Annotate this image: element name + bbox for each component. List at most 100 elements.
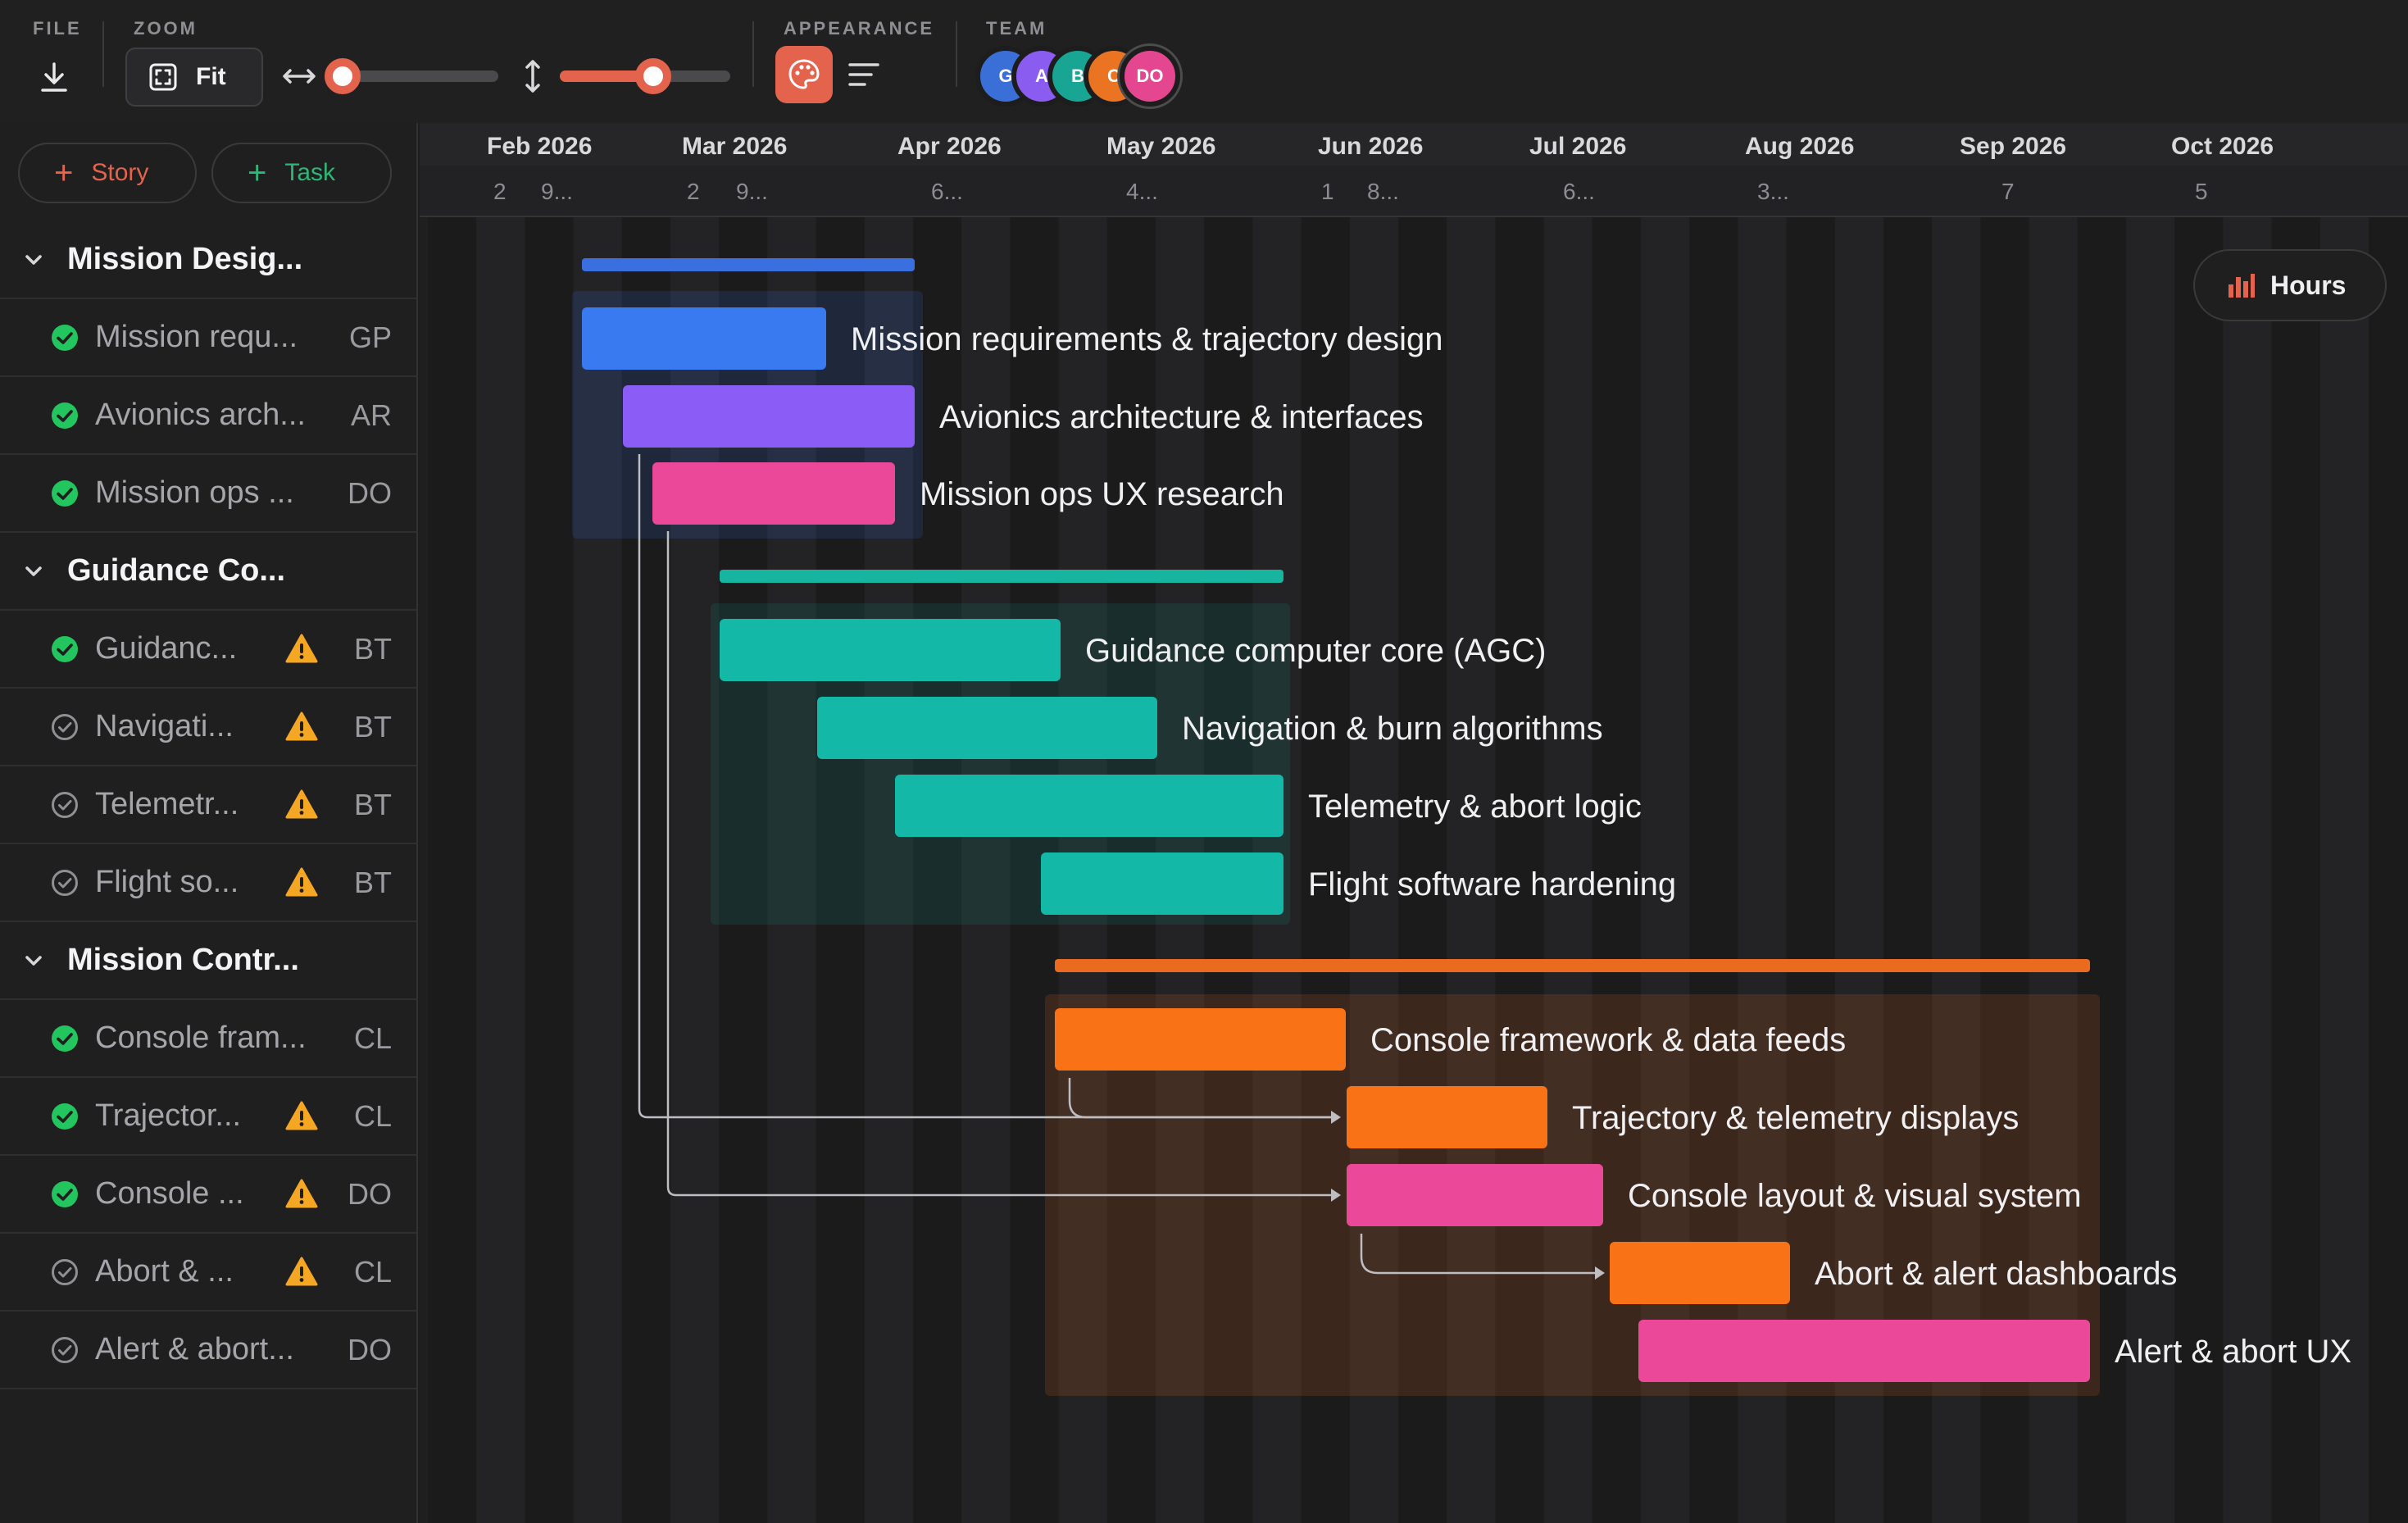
- pending-check-icon[interactable]: [51, 869, 79, 897]
- task-name: Telemetr...: [95, 787, 239, 821]
- week-tick-label: 6...: [1563, 179, 1595, 204]
- week-tick-label: 9...: [736, 179, 768, 204]
- check-circle-icon[interactable]: [51, 1025, 79, 1052]
- task-name: Console ...: [95, 1176, 244, 1211]
- gantt-chart[interactable]: Feb 2026 Mar 2026 Apr 2026 May 2026 Jun 2026…: [420, 123, 2408, 1523]
- horizontal-resize-icon: [283, 69, 316, 84]
- warning-icon: [285, 1179, 318, 1208]
- pending-check-icon[interactable]: [51, 713, 79, 741]
- task-row[interactable]: Console ... DO: [0, 1156, 416, 1234]
- month-label: Feb 2026: [487, 133, 593, 160]
- month-label: Mar 2026: [682, 133, 788, 160]
- team-section-label: TEAM: [986, 18, 1047, 39]
- week-tick-label: 8...: [1367, 179, 1399, 204]
- task-bar-label: Abort & alert dashboards: [1815, 1256, 2178, 1292]
- task-list-panel: + Story + Task Mission Desig... Mission r…: [0, 123, 418, 1523]
- pending-check-icon[interactable]: [51, 1336, 79, 1364]
- task-row[interactable]: Mission requ... GP: [0, 299, 416, 377]
- month-label: Oct 2026: [2171, 133, 2274, 160]
- toolbar-divider: [956, 21, 957, 87]
- task-row[interactable]: Avionics arch... AR: [0, 377, 416, 455]
- task-bar-label: Telemetry & abort logic: [1308, 789, 1642, 825]
- week-tick-label: 2: [493, 179, 507, 204]
- task-row[interactable]: Mission ops ... DO: [0, 455, 416, 533]
- task-bar-label: Mission requirements & trajectory design: [851, 321, 1443, 357]
- team-avatar[interactable]: DO: [1120, 46, 1180, 107]
- zoom-section-label: ZOOM: [134, 18, 198, 39]
- task-assignee: DO: [348, 475, 392, 510]
- add-task-label: Task: [284, 159, 336, 186]
- gantt-labels: Feb 2026 Mar 2026 Apr 2026 May 2026 Jun 2026…: [420, 123, 2408, 1523]
- story-name: Mission Contr...: [67, 943, 299, 977]
- vertical-zoom-thumb[interactable]: [635, 58, 672, 94]
- chevron-down-icon[interactable]: [20, 246, 48, 274]
- story-row[interactable]: Mission Contr...: [0, 922, 416, 1000]
- month-label: Aug 2026: [1745, 133, 1855, 160]
- task-name: Trajector...: [95, 1098, 242, 1133]
- task-row[interactable]: Telemetr... BT: [0, 766, 416, 844]
- download-icon[interactable]: [36, 59, 72, 95]
- warning-icon: [285, 711, 318, 741]
- task-row[interactable]: Navigati... BT: [0, 689, 416, 766]
- warning-icon: [285, 789, 318, 819]
- toolbar: FILE ZOOM Fit APPEARANCE TEAM G A B C DO: [0, 0, 2408, 123]
- add-task-button[interactable]: + Task: [211, 143, 392, 203]
- palette-icon: [788, 59, 820, 89]
- month-label: Sep 2026: [1960, 133, 2067, 160]
- task-name: Mission requ...: [95, 320, 298, 354]
- plus-icon: +: [54, 155, 74, 191]
- pending-check-icon[interactable]: [51, 791, 79, 819]
- task-row[interactable]: Alert & abort... DO: [0, 1312, 416, 1389]
- task-assignee: BT: [353, 787, 392, 821]
- task-row[interactable]: Trajector... CL: [0, 1078, 416, 1156]
- check-circle-icon[interactable]: [51, 324, 79, 352]
- task-bar-label: Console layout & visual system: [1628, 1178, 2082, 1214]
- toolbar-divider: [102, 21, 104, 87]
- task-assignee: DO: [348, 1332, 392, 1366]
- task-name: Alert & abort...: [95, 1332, 294, 1366]
- month-label: Apr 2026: [897, 133, 1002, 160]
- add-story-button[interactable]: + Story: [18, 143, 197, 203]
- pending-check-icon[interactable]: [51, 1258, 79, 1286]
- appearance-palette-button[interactable]: [775, 46, 833, 103]
- check-circle-icon[interactable]: [51, 402, 79, 430]
- story-row[interactable]: Mission Desig...: [0, 221, 416, 299]
- check-circle-icon[interactable]: [51, 1102, 79, 1130]
- fit-button[interactable]: Fit: [125, 48, 263, 107]
- horizontal-zoom-slider[interactable]: [325, 58, 498, 94]
- check-circle-icon[interactable]: [51, 1180, 79, 1208]
- task-assignee: CL: [353, 1254, 392, 1289]
- task-row[interactable]: Flight so... BT: [0, 844, 416, 922]
- appearance-section-label: APPEARANCE: [784, 18, 935, 39]
- task-name: Mission ops ...: [95, 475, 294, 510]
- chevron-down-icon[interactable]: [20, 557, 48, 585]
- week-tick-label: 5: [2195, 179, 2208, 204]
- fit-icon: [149, 63, 177, 91]
- check-circle-icon[interactable]: [51, 480, 79, 507]
- chevron-down-icon[interactable]: [20, 947, 48, 975]
- task-bar-label: Avionics architecture & interfaces: [939, 399, 1424, 435]
- task-assignee: DO: [348, 1176, 392, 1211]
- task-name: Abort & ...: [95, 1254, 234, 1289]
- toolbar-divider: [752, 21, 754, 87]
- task-assignee: BT: [353, 631, 392, 666]
- task-row[interactable]: Guidanc... BT: [0, 611, 416, 689]
- task-row[interactable]: Abort & ... CL: [0, 1234, 416, 1312]
- horizontal-zoom-thumb[interactable]: [325, 58, 361, 94]
- hours-toggle-button[interactable]: Hours: [2193, 249, 2387, 321]
- fit-label: Fit: [196, 63, 226, 90]
- task-row[interactable]: Console fram... CL: [0, 1000, 416, 1078]
- story-row[interactable]: Guidance Co...: [0, 533, 416, 611]
- task-name: Console fram...: [95, 1021, 307, 1055]
- check-circle-icon[interactable]: [51, 635, 79, 663]
- task-name: Flight so...: [95, 865, 239, 899]
- warning-icon: [285, 634, 318, 663]
- week-tick-label: 1: [1321, 179, 1334, 204]
- task-name: Avionics arch...: [95, 398, 306, 432]
- align-left-icon[interactable]: [847, 61, 880, 89]
- task-bar-label: Guidance computer core (AGC): [1085, 633, 1547, 669]
- vertical-zoom-slider[interactable]: [560, 58, 730, 94]
- task-tree: Mission Desig... Mission requ... GP Avionic…: [0, 221, 416, 1389]
- week-tick-label: 4...: [1126, 179, 1158, 204]
- month-label: May 2026: [1106, 133, 1216, 160]
